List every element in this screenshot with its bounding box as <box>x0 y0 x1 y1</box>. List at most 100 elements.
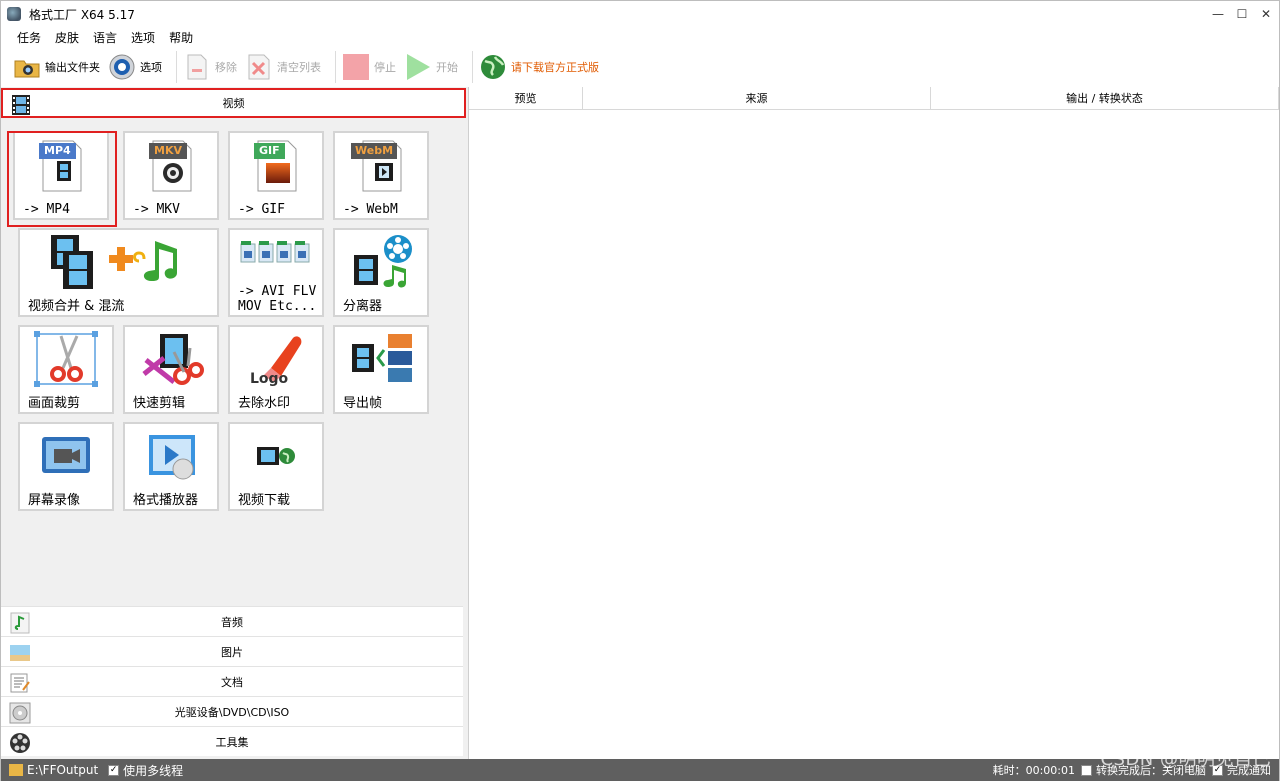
category-image[interactable]: 图片 <box>1 636 463 666</box>
music-note-icon <box>9 612 31 634</box>
column-source[interactable]: 来源 <box>583 87 931 109</box>
clear-list-button[interactable]: 清空列表 <box>245 49 329 85</box>
film-icon <box>11 94 31 115</box>
mp4-selection-highlight <box>7 131 117 227</box>
app-window: 格式工厂 X64 5.17 — ☐ ✕ 任务 皮肤 语言 选项 帮助 输出文件夹… <box>0 0 1280 781</box>
tile-to-webm[interactable]: WebM -> WebM <box>333 131 429 220</box>
tile-to-mkv-label: -> MKV <box>133 202 180 217</box>
category-document[interactable]: 文档 <box>1 666 463 696</box>
toolbar-separator <box>176 51 177 83</box>
close-button[interactable]: ✕ <box>1253 1 1279 27</box>
multithread-checkbox[interactable]: ✓ <box>108 764 120 776</box>
tile-remove-watermark[interactable]: Logo 去除水印 <box>228 325 324 414</box>
options-button[interactable]: 选项 <box>108 49 170 85</box>
after-done-checkbox[interactable] <box>1081 764 1092 776</box>
tile-quick-cut-label: 快速剪辑 <box>133 396 186 411</box>
tile-screen-record[interactable]: 屏幕录像 <box>18 422 114 511</box>
mkv-badge: MKV <box>149 143 187 159</box>
tile-splitter-label: 分离器 <box>343 299 383 314</box>
tile-export-frames[interactable]: 导出帧 <box>333 325 429 414</box>
remove-button[interactable]: 移除 <box>183 49 245 85</box>
stop-icon <box>342 53 370 81</box>
menu-bar: 任务 皮肤 语言 选项 帮助 <box>1 27 1279 47</box>
category-video-header[interactable]: 视频 <box>1 88 466 118</box>
stop-button[interactable]: 停止 <box>342 49 404 85</box>
tile-to-gif-label: -> GIF <box>238 202 285 217</box>
gif-badge: GIF <box>254 143 285 159</box>
tile-crop-label: 画面裁剪 <box>28 396 81 411</box>
task-list-header: 预览 来源 输出 / 转换状态 <box>469 87 1279 110</box>
toolbar-separator <box>335 51 336 83</box>
category-tools[interactable]: 工具集 <box>1 726 463 756</box>
player-icon <box>125 424 217 488</box>
screen-record-icon <box>20 424 112 488</box>
tile-to-mkv[interactable]: MKV -> MKV <box>123 131 219 220</box>
stop-label: 停止 <box>374 61 396 74</box>
category-dvd-cd-iso-label: 光驱设备\DVD\CD\ISO <box>174 705 290 719</box>
maximize-button[interactable]: ☐ <box>1229 1 1255 27</box>
status-bar: E:\FFOutput ✓ 使用多线程 耗时：00:00:01 转换完成后：关闭… <box>1 759 1279 781</box>
tile-video-download[interactable]: 视频下载 <box>228 422 324 511</box>
watermark: CSDN @明明见自己 <box>1100 749 1271 770</box>
column-output-status[interactable]: 输出 / 转换状态 <box>931 87 1279 109</box>
menu-help[interactable]: 帮助 <box>162 29 200 46</box>
category-audio-label: 音频 <box>221 615 243 629</box>
folder-icon <box>9 764 23 776</box>
toolbar: 输出文件夹 选项 移除 清空列表 停止 开始 请下载官方正式版 <box>1 47 1279 87</box>
tile-quick-cut[interactable]: 快速剪辑 <box>123 325 219 414</box>
menu-skin[interactable]: 皮肤 <box>48 29 86 46</box>
disc-drive-icon <box>9 702 31 724</box>
category-dvd-cd-iso[interactable]: 光驱设备\DVD\CD\ISO <box>1 696 463 726</box>
start-button[interactable]: 开始 <box>404 49 466 85</box>
tile-to-webm-label: -> WebM <box>343 202 398 217</box>
output-folder-button[interactable]: 输出文件夹 <box>13 49 108 85</box>
download-official-button[interactable]: 请下载官方正式版 <box>479 49 607 85</box>
menu-options[interactable]: 选项 <box>124 29 162 46</box>
menu-task[interactable]: 任务 <box>10 29 48 46</box>
app-icon <box>7 7 21 21</box>
tile-crop[interactable]: 画面裁剪 <box>18 325 114 414</box>
tile-video-merge[interactable]: 视频合并 & 混流 <box>18 228 219 317</box>
quick-cut-icon <box>125 327 217 391</box>
column-preview[interactable]: 预览 <box>469 87 583 109</box>
tile-video-download-label: 视频下载 <box>238 493 291 508</box>
picture-icon <box>9 642 31 664</box>
left-panel: 视频 MP4 -> MP4 MKV -> MKV GIF -> GIF WebM… <box>1 87 466 759</box>
category-audio[interactable]: 音频 <box>1 606 463 636</box>
export-frames-icon <box>335 327 427 391</box>
multithread-label: 使用多线程 <box>123 763 184 778</box>
tile-export-frames-label: 导出帧 <box>343 396 383 411</box>
tile-screen-record-label: 屏幕录像 <box>28 493 81 508</box>
elapsed-time: 耗时：00:00:01 <box>992 764 1075 777</box>
tile-to-gif[interactable]: GIF -> GIF <box>228 131 324 220</box>
crop-icon <box>20 327 112 391</box>
remove-icon <box>183 53 211 81</box>
options-label: 选项 <box>140 61 162 74</box>
webm-badge: WebM <box>351 143 398 159</box>
globe-icon <box>479 53 507 81</box>
merge-icon <box>20 230 217 294</box>
document-icon <box>9 672 31 694</box>
task-list-panel: 预览 来源 输出 / 转换状态 <box>468 87 1279 759</box>
film-reel-icon <box>9 732 31 754</box>
tile-video-merge-label: 视频合并 & 混流 <box>28 299 125 314</box>
toolbar-separator <box>472 51 473 83</box>
menu-language[interactable]: 语言 <box>86 29 124 46</box>
category-list: 音频 图片 文档 光驱设备\DVD\CD\ISO 工具集 <box>1 606 463 758</box>
output-path[interactable]: E:\FFOutput <box>27 763 98 777</box>
tile-splitter[interactable]: 分离器 <box>333 228 429 317</box>
play-icon <box>404 53 432 81</box>
output-folder-label: 输出文件夹 <box>45 61 100 74</box>
minimize-button[interactable]: — <box>1205 1 1231 27</box>
splitter-icon <box>335 230 427 294</box>
title-bar: 格式工厂 X64 5.17 — ☐ ✕ <box>1 1 1279 27</box>
folder-icon <box>13 53 41 81</box>
download-official-label: 请下载官方正式版 <box>511 61 599 74</box>
category-tools-label: 工具集 <box>215 735 249 749</box>
category-document-label: 文档 <box>221 675 243 689</box>
clear-list-label: 清空列表 <box>277 61 321 74</box>
video-download-icon <box>230 424 322 488</box>
tile-format-player[interactable]: 格式播放器 <box>123 422 219 511</box>
tile-to-avi-flv-mov[interactable]: -> AVI FLV MOV Etc... <box>228 228 324 317</box>
tile-remove-watermark-label: 去除水印 <box>238 396 291 411</box>
